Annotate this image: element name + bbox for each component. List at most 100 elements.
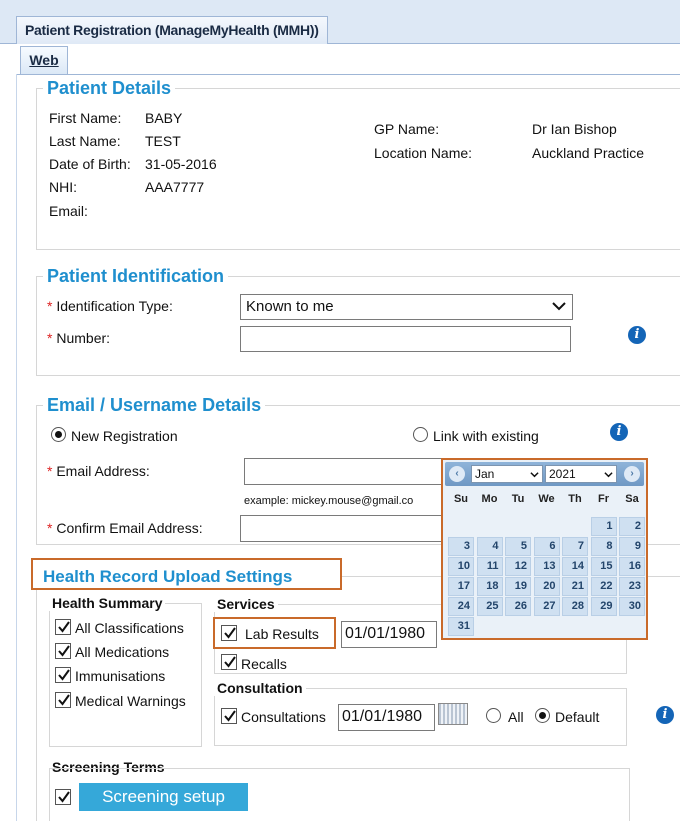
calendar-day[interactable]: 1: [590, 517, 617, 536]
consultations-date-input[interactable]: 01/01/1980: [338, 704, 435, 731]
calendar-weekday-label: Fr: [598, 493, 609, 505]
confirm-email-input[interactable]: [240, 515, 449, 542]
calendar-day[interactable]: 5: [505, 537, 531, 556]
calendar-prev-button[interactable]: ‹: [449, 466, 465, 482]
consultation-title: Consultation: [214, 680, 306, 696]
calendar-weekday-label: Su: [453, 493, 469, 505]
calendar-day[interactable]: 15: [590, 557, 617, 576]
calendar-day[interactable]: 29: [590, 597, 617, 616]
calendar-day[interactable]: 9: [619, 537, 645, 556]
calendar-day[interactable]: 21: [562, 577, 588, 596]
email-address-input[interactable]: [244, 458, 449, 485]
link-existing-label: Link with existing: [433, 428, 539, 444]
calendar-day[interactable]: 25: [476, 597, 503, 616]
check-icon: [58, 791, 70, 803]
calendar-day[interactable]: 14: [562, 557, 588, 576]
all-medications-checkbox[interactable]: [55, 643, 71, 659]
info-icon[interactable]: i: [610, 423, 628, 441]
calendar-day[interactable]: 11: [476, 557, 503, 576]
chevron-down-icon: [604, 472, 613, 478]
recalls-label: Recalls: [241, 656, 287, 672]
calendar-year-value: 2021: [549, 467, 576, 481]
info-icon[interactable]: i: [656, 706, 674, 724]
calendar-day[interactable]: 24: [448, 597, 474, 616]
calendar-month-value: Jan: [475, 467, 495, 481]
calendar-day[interactable]: 22: [590, 577, 617, 596]
calendar-day[interactable]: 23: [619, 577, 645, 596]
calendar-weekday-label: Tu: [511, 493, 525, 505]
check-icon: [224, 656, 236, 668]
calendar-day[interactable]: 10: [448, 557, 474, 576]
check-icon: [224, 710, 236, 722]
calendar-next-button[interactable]: ›: [624, 466, 640, 482]
email-label: Email:: [49, 203, 88, 219]
dob-label: Date of Birth:: [49, 156, 131, 172]
calendar-popup: ‹ Jan 2021 › Su Mo Tu We Th Fr Sa 1 2 3 4 5 6 7 8 9 10 11…: [441, 458, 648, 640]
calendar-day[interactable]: 16: [619, 557, 645, 576]
calendar-day[interactable]: 20: [533, 577, 560, 596]
nhi-label: NHI:: [49, 179, 77, 195]
calendar-day[interactable]: 17: [448, 577, 474, 596]
calendar-day[interactable]: 28: [562, 597, 588, 616]
content-border-left: [16, 74, 17, 821]
tab-patient-registration[interactable]: Patient Registration (ManageMyHealth (MM…: [16, 16, 328, 44]
calendar-day[interactable]: 3: [448, 537, 474, 556]
consultation-all-radio[interactable]: [486, 708, 501, 723]
info-icon[interactable]: i: [628, 326, 646, 344]
calendar-day[interactable]: 4: [476, 537, 503, 556]
calendar-day[interactable]: 30: [619, 597, 645, 616]
check-icon: [224, 627, 236, 639]
calendar-day[interactable]: 19: [505, 577, 531, 596]
number-label: * Number:: [47, 330, 111, 346]
consultation-default-radio[interactable]: [535, 708, 550, 723]
consultation-default-label: Default: [555, 709, 600, 725]
calendar-day[interactable]: 13: [533, 557, 560, 576]
patient-details-section: Patient Details: [36, 78, 680, 250]
immunisations-label: Immunisations: [75, 668, 166, 684]
medical-warnings-checkbox[interactable]: [55, 692, 71, 708]
content-border: [16, 74, 680, 75]
chevron-down-icon: [530, 472, 539, 478]
calendar-day[interactable]: 6: [533, 537, 560, 556]
patient-identification-section: Patient Identification: [36, 266, 680, 376]
consultations-checkbox[interactable]: [221, 708, 237, 724]
nhi-value: AAA7777: [145, 179, 205, 195]
identification-type-select[interactable]: Known to me: [240, 294, 573, 320]
calendar-year-select[interactable]: 2021: [545, 465, 617, 483]
calendar-day[interactable]: 7: [562, 537, 588, 556]
calendar-day[interactable]: 18: [476, 577, 503, 596]
section-title: Health Record Upload Settings: [43, 567, 293, 586]
location-value: Auckland Practice: [532, 145, 645, 161]
identification-type-label: * Identification Type:: [47, 298, 173, 314]
location-label: Location Name:: [374, 145, 473, 161]
new-registration-radio[interactable]: [51, 427, 66, 442]
calendar-day[interactable]: 31: [448, 617, 474, 636]
calendar-weekday-label: Sa: [625, 493, 639, 505]
all-classifications-checkbox[interactable]: [55, 619, 71, 635]
number-input[interactable]: [240, 326, 571, 352]
consultation-all-label: All: [508, 709, 524, 725]
check-icon: [58, 694, 70, 706]
calendar-day[interactable]: 2: [619, 517, 645, 536]
calendar-day[interactable]: 12: [505, 557, 531, 576]
first-name-label: First Name:: [49, 110, 122, 126]
lab-results-date-input[interactable]: 01/01/1980: [341, 621, 437, 648]
email-address-label: * Email Address:: [47, 463, 150, 479]
screening-setup-button[interactable]: Screening setup: [79, 783, 248, 811]
screening-checkbox[interactable]: [55, 789, 71, 805]
calendar-weekday-label: We: [538, 493, 555, 505]
all-medications-label: All Medications: [75, 644, 170, 660]
immunisations-checkbox[interactable]: [55, 667, 71, 683]
recalls-checkbox[interactable]: [221, 654, 237, 670]
chevron-down-icon: [552, 302, 566, 311]
lab-results-checkbox[interactable]: [221, 625, 237, 641]
calendar-day[interactable]: 27: [533, 597, 560, 616]
calendar-day[interactable]: 8: [590, 537, 617, 556]
calendar-icon[interactable]: [438, 703, 468, 725]
calendar-month-select[interactable]: Jan: [471, 465, 543, 483]
consultations-label: Consultations: [241, 709, 326, 725]
tab-web[interactable]: Web: [20, 46, 68, 74]
calendar-day[interactable]: 26: [505, 597, 531, 616]
lab-results-label: Lab Results: [245, 626, 319, 642]
link-existing-radio[interactable]: [413, 427, 428, 442]
